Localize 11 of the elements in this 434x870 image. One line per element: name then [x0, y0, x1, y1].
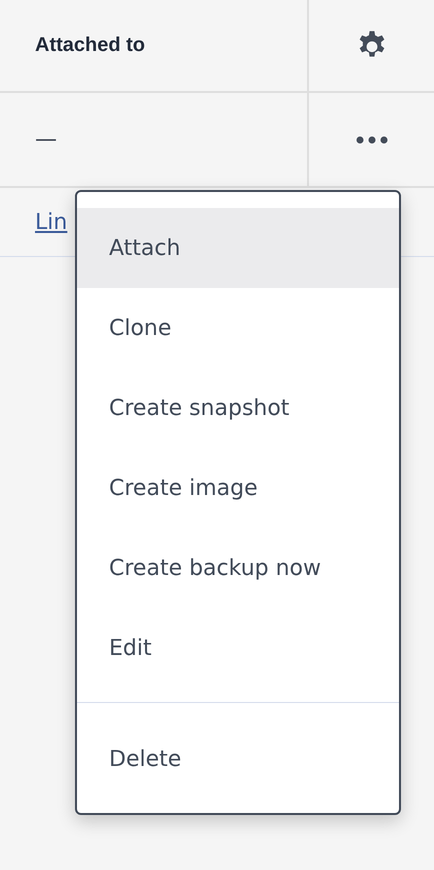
menu-item[interactable]: Create backup now — [77, 528, 399, 608]
table-cell: — — [35, 127, 57, 152]
menu-item[interactable]: Clone — [77, 288, 399, 368]
more-icon[interactable] — [354, 134, 388, 144]
menu-item[interactable]: Create image — [77, 448, 399, 528]
menu-item[interactable]: Delete — [77, 719, 399, 799]
menu-item[interactable]: Create snapshot — [77, 368, 399, 448]
menu-item[interactable]: Attach — [77, 208, 399, 288]
menu-item[interactable]: Edit — [77, 608, 399, 688]
link[interactable]: Lin — [35, 210, 68, 234]
column-header: Attached to — [35, 34, 145, 57]
